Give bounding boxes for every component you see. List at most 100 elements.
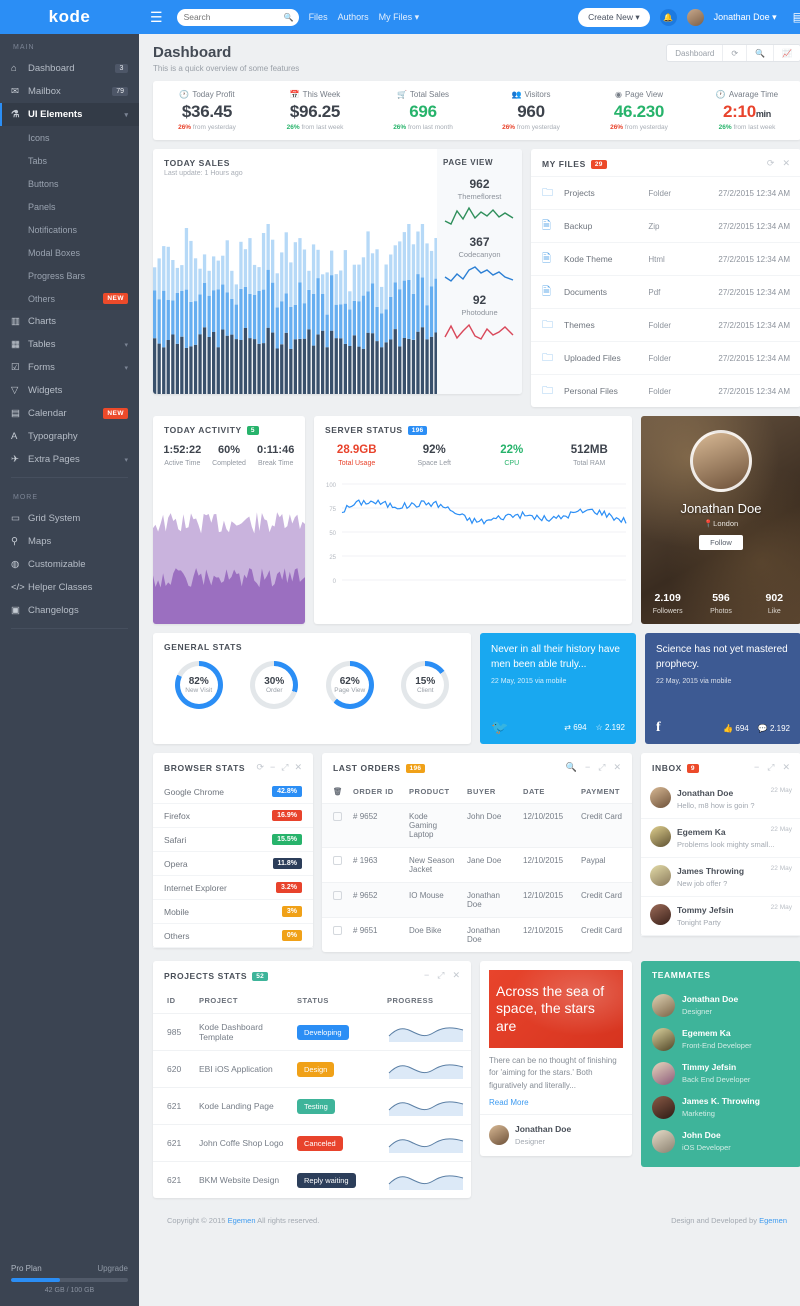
row-checkbox[interactable] [333, 812, 342, 821]
row-checkbox[interactable] [333, 856, 342, 865]
minimize-icon[interactable]: − [424, 970, 429, 981]
sidebar-item-tables[interactable]: ▦ Tables ▾ [0, 333, 139, 356]
folder-icon: 🗀 [542, 351, 553, 364]
sidebar-scroll: MAIN ⌂ Dashboard 3 ✉ Mailbox 79 ⚗ UI Ele… [0, 34, 139, 1256]
sidebar-item-widgets[interactable]: ▽ Widgets [0, 379, 139, 402]
sidebar-subitem-notifications[interactable]: Notifications [0, 218, 139, 241]
search-box[interactable]: 🔍 [176, 8, 299, 26]
twitter-icon[interactable]: 🐦 [491, 719, 508, 736]
sidebar-item-dashboard[interactable]: ⌂ Dashboard 3 [0, 57, 139, 80]
expand-icon[interactable]: ⤢ [281, 762, 288, 773]
user-menu[interactable]: Jonathan Doe ▾ [714, 12, 777, 23]
table-row[interactable]: 621 BKM Website Design Reply waiting [153, 1161, 471, 1198]
sidebar-item-extra-pages[interactable]: ✈ Extra Pages ▾ [0, 448, 139, 471]
sidebar-subitem-others[interactable]: Others NEW [0, 287, 139, 310]
sidebar-item-label: Extra Pages [28, 454, 80, 465]
refresh-icon[interactable]: ⟳ [256, 762, 264, 773]
refresh-icon[interactable]: ⟳ [767, 158, 775, 169]
footer-link-egemen[interactable]: Egemen [228, 1216, 256, 1225]
sidebar-item-forms[interactable]: ☑ Forms ▾ [0, 356, 139, 379]
my-files-row[interactable]: 🗎 Kode Theme Html 27/2/2015 12:34 AM [531, 242, 800, 275]
teammate-row[interactable]: John Doe iOS Developer [641, 1124, 800, 1158]
sidebar-item-grid-system[interactable]: ▭ Grid System [0, 507, 139, 530]
table-row[interactable]: # 1963 New Season Jacket Jane Doe 12/10/… [322, 847, 632, 883]
panel-icon[interactable]: ▤ [793, 10, 800, 24]
chevron-down-icon: ▾ [124, 364, 128, 372]
minimize-icon[interactable]: − [270, 762, 275, 773]
search-icon[interactable]: 🔍 [284, 13, 294, 22]
sidebar-subitem-modal-boxes[interactable]: Modal Boxes [0, 241, 139, 264]
chart-icon[interactable]: 📈 [773, 45, 800, 61]
expand-icon[interactable]: ⤢ [598, 762, 605, 773]
topbar-link-myfiles[interactable]: My Files ▾ [379, 12, 420, 23]
kpi-delta-text: from yesterday [624, 124, 668, 131]
minimize-icon[interactable]: − [754, 762, 759, 773]
table-row[interactable]: 621 Kode Landing Page Testing [153, 1087, 471, 1125]
search-input[interactable] [183, 12, 280, 22]
inbox-row[interactable]: Egemem Ka Problems look mighty small... … [641, 819, 800, 858]
sidebar-subitem-tabs[interactable]: Tabs [0, 149, 139, 172]
row-checkbox[interactable] [333, 926, 342, 935]
sidebar-item-charts[interactable]: ▥ Charts [0, 310, 139, 333]
teammate-row[interactable]: Egemem Ka Front-End Developer [641, 1022, 800, 1056]
refresh-icon[interactable]: ⟳ [722, 45, 746, 61]
close-icon[interactable]: ✕ [294, 762, 302, 773]
brand-logo[interactable]: kode [0, 0, 139, 34]
facebook-icon[interactable]: f [656, 720, 661, 736]
footer-link-egemen[interactable]: Egemen [759, 1216, 787, 1225]
minimize-icon[interactable]: − [585, 762, 590, 773]
read-more-link[interactable]: Read More [489, 1098, 623, 1107]
breadcrumb-item-dashboard[interactable]: Dashboard [667, 45, 722, 61]
my-files-row[interactable]: 🗀 Uploaded Files Folder 27/2/2015 12:34 … [531, 341, 800, 374]
my-files-row[interactable]: 🗀 Personal Files Folder 27/2/2015 12:34 … [531, 374, 800, 407]
my-files-row[interactable]: 🗎 Backup Zip 27/2/2015 12:34 AM [531, 209, 800, 242]
close-icon[interactable]: ✕ [613, 762, 621, 773]
donut-value: 62% [339, 676, 360, 687]
inbox-row[interactable]: Jonathan Doe Hello, m8 how is goin ? 22 … [641, 780, 800, 819]
sidebar-item-changelogs[interactable]: ▣ Changelogs [0, 599, 139, 622]
trash-icon[interactable]: 🗑 [322, 780, 348, 804]
inbox-row[interactable]: James Throwing New job offer ? 22 May [641, 858, 800, 897]
file-date: 27/2/2015 12:34 AM [718, 320, 790, 330]
my-files-row[interactable]: 🗀 Themes Folder 27/2/2015 12:34 AM [531, 308, 800, 341]
my-files-row[interactable]: 🗎 Documents Pdf 27/2/2015 12:34 AM [531, 275, 800, 308]
my-files-row[interactable]: 🗀 Projects Folder 27/2/2015 12:34 AM [531, 176, 800, 209]
sidebar-subitem-progress-bars[interactable]: Progress Bars [0, 264, 139, 287]
row-checkbox[interactable] [333, 891, 342, 900]
teammate-row[interactable]: Jonathan Doe Designer [641, 988, 800, 1022]
create-new-button[interactable]: Create New ▾ [578, 7, 650, 27]
table-row[interactable]: 620 EBI iOS Application Design [153, 1050, 471, 1088]
teammate-row[interactable]: James K. Throwing Marketing [641, 1090, 800, 1124]
table-row[interactable]: # 9652 IO Mouse Jonathan Doe 12/10/2015 … [322, 882, 632, 918]
sidebar-item-mailbox[interactable]: ✉ Mailbox 79 [0, 80, 139, 103]
avatar[interactable] [686, 8, 704, 26]
sidebar-subitem-panels[interactable]: Panels [0, 195, 139, 218]
teammate-row[interactable]: Timmy Jefsin Back End Developer [641, 1056, 800, 1090]
sidebar-item-maps[interactable]: ⚲ Maps [0, 530, 139, 553]
sidebar-item-calendar[interactable]: ▤ Calendar NEW [0, 402, 139, 425]
sidebar-item-customizable[interactable]: ◍ Customizable [0, 553, 139, 576]
topbar-link-files[interactable]: Files [309, 12, 328, 22]
expand-icon[interactable]: ⤢ [767, 762, 774, 773]
close-icon[interactable]: ✕ [452, 970, 460, 981]
plan-upgrade-link[interactable]: Upgrade [97, 1264, 128, 1273]
sidebar-item-helper-classes[interactable]: </> Helper Classes [0, 576, 139, 599]
close-icon[interactable]: ✕ [782, 762, 790, 773]
follow-button[interactable]: Follow [699, 535, 743, 550]
table-row[interactable]: 985 Kode Dashboard Template Developing [153, 1013, 471, 1051]
sidebar-item-ui-elements[interactable]: ⚗ UI Elements ▾ [0, 103, 139, 126]
table-row[interactable]: # 9652 Kode Gaming Laptop John Doe 12/10… [322, 803, 632, 848]
sidebar-item-typography[interactable]: A Typography [0, 425, 139, 448]
hamburger-icon[interactable]: ☰ [150, 9, 163, 26]
table-row[interactable]: 621 John Coffe Shop Logo Canceled [153, 1124, 471, 1162]
topbar-link-authors[interactable]: Authors [338, 12, 369, 22]
sidebar-subitem-buttons[interactable]: Buttons [0, 172, 139, 195]
close-icon[interactable]: ✕ [782, 158, 790, 169]
search-icon[interactable]: 🔍 [746, 45, 773, 61]
sidebar-subitem-icons[interactable]: Icons [0, 126, 139, 149]
search-icon[interactable]: 🔍 [566, 762, 577, 773]
inbox-row[interactable]: Tommy Jefsin Tonight Party 22 May [641, 897, 800, 936]
bell-icon[interactable]: 🔔 [659, 8, 677, 26]
table-row[interactable]: # 9651 Doe Bike Jonathan Doe 12/10/2015 … [322, 917, 632, 952]
expand-icon[interactable]: ⤢ [437, 970, 444, 981]
